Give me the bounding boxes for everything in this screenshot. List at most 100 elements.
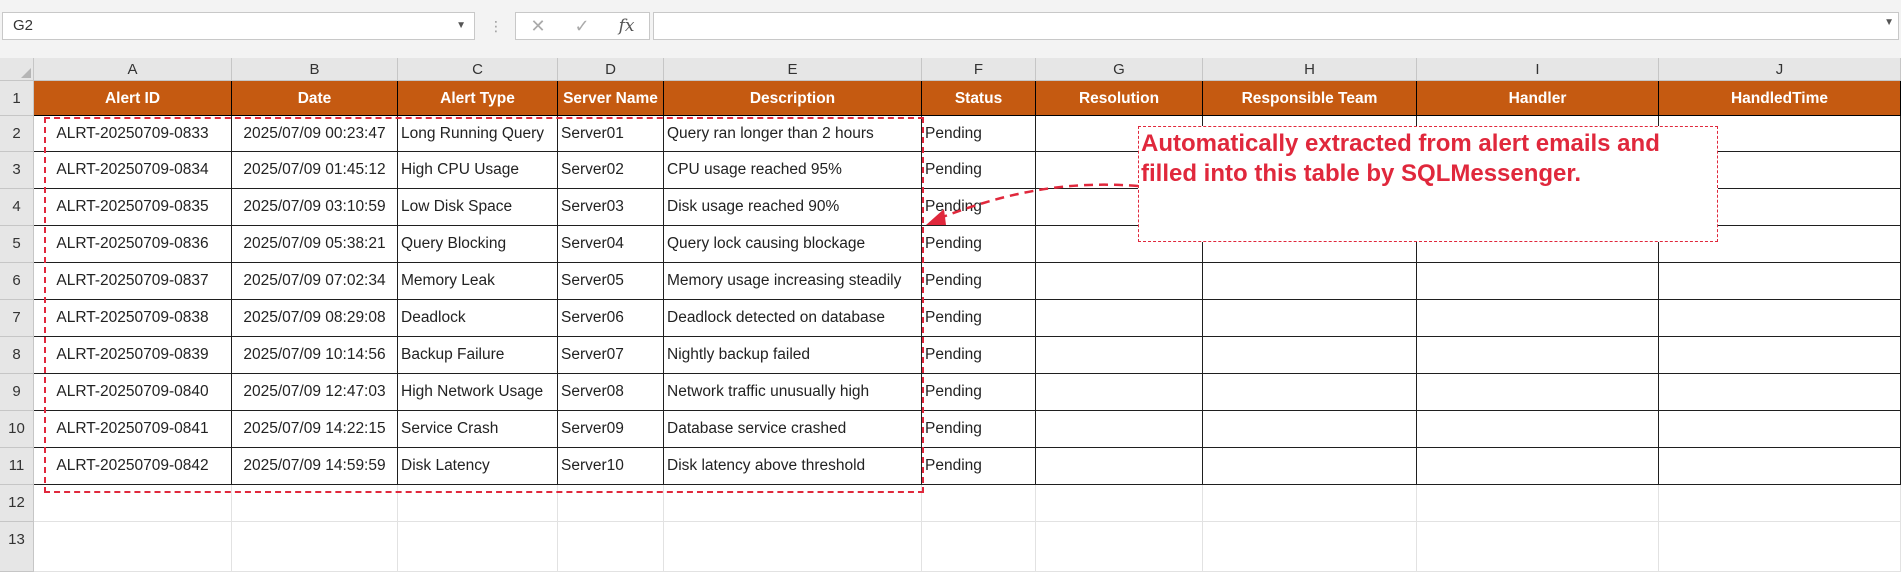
table-cell[interactable]: Pending	[922, 374, 1036, 411]
table-cell[interactable]: Server10	[558, 448, 664, 485]
table-cell[interactable]: Disk Latency	[398, 448, 558, 485]
row-header-8[interactable]: 8	[0, 337, 34, 374]
table-cell[interactable]: Low Disk Space	[398, 189, 558, 226]
table-cell[interactable]	[1417, 411, 1659, 448]
table-cell[interactable]	[1036, 337, 1203, 374]
table-cell[interactable]: Disk latency above threshold	[664, 448, 922, 485]
table-cell[interactable]: Query ran longer than 2 hours	[664, 116, 922, 152]
table-header-cell[interactable]: Description	[664, 81, 922, 116]
formula-input[interactable]: ▼	[653, 12, 1899, 40]
empty-cell[interactable]	[34, 485, 232, 522]
row-header-5[interactable]: 5	[0, 226, 34, 263]
table-header-cell[interactable]: Server Name	[558, 81, 664, 116]
table-cell[interactable]: Network traffic unusually high	[664, 374, 922, 411]
table-cell[interactable]: ALRT-20250709-0836	[34, 226, 232, 263]
table-cell[interactable]: Memory Leak	[398, 263, 558, 300]
table-cell[interactable]	[1659, 374, 1901, 411]
table-cell[interactable]: Memory usage increasing steadily	[664, 263, 922, 300]
empty-cell[interactable]	[1659, 485, 1901, 522]
table-header-cell[interactable]: Handler	[1417, 81, 1659, 116]
row-header-7[interactable]: 7	[0, 300, 34, 337]
table-cell[interactable]: ALRT-20250709-0835	[34, 189, 232, 226]
table-cell[interactable]: Server04	[558, 226, 664, 263]
table-cell[interactable]	[1036, 374, 1203, 411]
table-cell[interactable]: Pending	[922, 116, 1036, 152]
table-cell[interactable]: Pending	[922, 337, 1036, 374]
table-cell[interactable]	[1417, 448, 1659, 485]
table-cell[interactable]: Server01	[558, 116, 664, 152]
empty-cell[interactable]	[1036, 485, 1203, 522]
table-cell[interactable]: Backup Failure	[398, 337, 558, 374]
table-cell[interactable]: Nightly backup failed	[664, 337, 922, 374]
table-header-cell[interactable]: HandledTime	[1659, 81, 1901, 116]
enter-icon[interactable]: ✓	[575, 16, 590, 37]
table-cell[interactable]: Pending	[922, 300, 1036, 337]
empty-cell[interactable]	[922, 522, 1036, 572]
table-cell[interactable]: Database service crashed	[664, 411, 922, 448]
name-box-dropdown-icon[interactable]: ▼	[456, 13, 466, 39]
table-cell[interactable]	[1417, 263, 1659, 300]
table-cell[interactable]: 2025/07/09 07:02:34	[232, 263, 398, 300]
empty-cell[interactable]	[922, 485, 1036, 522]
table-cell[interactable]: 2025/07/09 14:22:15	[232, 411, 398, 448]
table-cell[interactable]	[1036, 448, 1203, 485]
column-header-d[interactable]: D	[558, 58, 664, 81]
table-cell[interactable]: Query lock causing blockage	[664, 226, 922, 263]
table-cell[interactable]	[1659, 300, 1901, 337]
empty-cell[interactable]	[1659, 522, 1901, 572]
table-cell[interactable]: ALRT-20250709-0839	[34, 337, 232, 374]
table-cell[interactable]	[1417, 337, 1659, 374]
table-cell[interactable]	[1659, 263, 1901, 300]
table-cell[interactable]: Server08	[558, 374, 664, 411]
table-cell[interactable]: Server05	[558, 263, 664, 300]
empty-cell[interactable]	[232, 522, 398, 572]
table-cell[interactable]	[1036, 263, 1203, 300]
select-all-corner[interactable]	[0, 58, 34, 81]
empty-cell[interactable]	[664, 522, 922, 572]
row-header-4[interactable]: 4	[0, 189, 34, 226]
table-cell[interactable]	[1203, 448, 1417, 485]
empty-cell[interactable]	[558, 485, 664, 522]
table-cell[interactable]: ALRT-20250709-0833	[34, 116, 232, 152]
table-cell[interactable]: Server06	[558, 300, 664, 337]
empty-cell[interactable]	[558, 522, 664, 572]
table-cell[interactable]: Pending	[922, 226, 1036, 263]
table-cell[interactable]: 2025/07/09 05:38:21	[232, 226, 398, 263]
table-cell[interactable]: 2025/07/09 12:47:03	[232, 374, 398, 411]
table-cell[interactable]	[1659, 337, 1901, 374]
table-cell[interactable]: Pending	[922, 152, 1036, 189]
table-cell[interactable]: Pending	[922, 448, 1036, 485]
row-header-3[interactable]: 3	[0, 152, 34, 189]
table-cell[interactable]: Deadlock detected on database	[664, 300, 922, 337]
table-cell[interactable]	[1659, 411, 1901, 448]
table-cell[interactable]: High CPU Usage	[398, 152, 558, 189]
table-cell[interactable]: ALRT-20250709-0838	[34, 300, 232, 337]
column-header-a[interactable]: A	[34, 58, 232, 81]
table-cell[interactable]: Service Crash	[398, 411, 558, 448]
expand-formula-bar-icon[interactable]: ▼	[1884, 17, 1894, 28]
table-cell[interactable]: ALRT-20250709-0840	[34, 374, 232, 411]
table-cell[interactable]: Query Blocking	[398, 226, 558, 263]
empty-cell[interactable]	[1417, 522, 1659, 572]
table-header-cell[interactable]: Alert Type	[398, 81, 558, 116]
table-cell[interactable]	[1203, 411, 1417, 448]
row-header-6[interactable]: 6	[0, 263, 34, 300]
table-header-cell[interactable]: Responsible Team	[1203, 81, 1417, 116]
column-header-g[interactable]: G	[1036, 58, 1203, 81]
table-cell[interactable]: Pending	[922, 263, 1036, 300]
empty-cell[interactable]	[232, 485, 398, 522]
column-header-c[interactable]: C	[398, 58, 558, 81]
table-cell[interactable]	[1417, 300, 1659, 337]
column-header-f[interactable]: F	[922, 58, 1036, 81]
table-cell[interactable]: ALRT-20250709-0841	[34, 411, 232, 448]
empty-cell[interactable]	[664, 485, 922, 522]
table-cell[interactable]: Pending	[922, 189, 1036, 226]
table-cell[interactable]: 2025/07/09 01:45:12	[232, 152, 398, 189]
name-box[interactable]: G2 ▼	[2, 12, 475, 40]
empty-cell[interactable]	[398, 522, 558, 572]
formula-bar-splitter-icon[interactable]: ⋮	[489, 14, 503, 38]
table-cell[interactable]: CPU usage reached 95%	[664, 152, 922, 189]
empty-cell[interactable]	[398, 485, 558, 522]
table-cell[interactable]: High Network Usage	[398, 374, 558, 411]
table-cell[interactable]	[1417, 374, 1659, 411]
